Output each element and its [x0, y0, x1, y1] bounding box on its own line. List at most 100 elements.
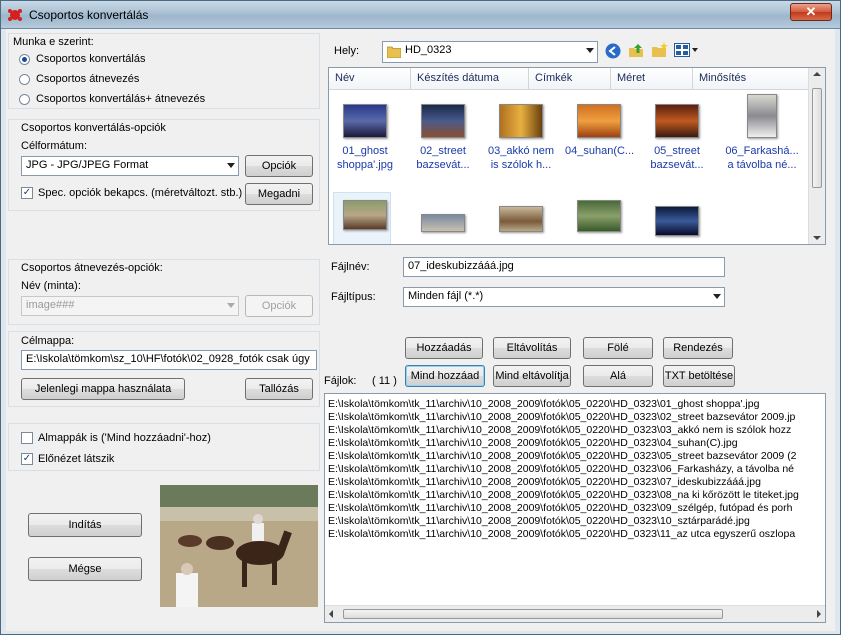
list-item[interactable]: E:\Iskola\tömkom\tk_11\archiv\10_2008_20…: [325, 398, 825, 411]
list-item[interactable]: E:\Iskola\tömkom\tk_11\archiv\10_2008_20…: [325, 528, 825, 541]
add-all-button[interactable]: Mind hozzáad: [405, 365, 485, 387]
thumbnail-item[interactable]: [331, 200, 399, 236]
thumbnail-label: a távolba né...: [727, 159, 797, 171]
file-list[interactable]: E:\Iskola\tömkom\tk_11\archiv\10_2008_20…: [324, 393, 826, 623]
target-folder-label: Célmappa:: [21, 335, 75, 347]
column-tags[interactable]: Címkék: [529, 68, 611, 90]
rename-options-button[interactable]: Opciók: [245, 295, 313, 317]
set-options-button[interactable]: Megadni: [245, 183, 313, 205]
list-item[interactable]: E:\Iskola\tömkom\tk_11\archiv\10_2008_20…: [325, 450, 825, 463]
title-bar[interactable]: Csoportos konvertálás ✕: [1, 1, 840, 29]
options-checks-group: Almappák is ('Mind hozzáadni'-hoz) ✓ Elő…: [8, 423, 320, 471]
radio-batch-convert-label[interactable]: Csoportos konvertálás: [36, 53, 145, 65]
thumbnail-image: [655, 104, 699, 138]
list-item[interactable]: E:\Iskola\tömkom\tk_11\archiv\10_2008_20…: [325, 476, 825, 489]
thumbnail-scrollbar[interactable]: [808, 68, 825, 244]
use-current-folder-button[interactable]: Jelenlegi mappa használata: [21, 378, 185, 400]
chevron-down-icon: [227, 303, 235, 308]
thumbnail-image: [655, 206, 699, 236]
move-down-button[interactable]: Alá: [583, 365, 653, 387]
list-item[interactable]: E:\Iskola\tömkom\tk_11\archiv\10_2008_20…: [325, 437, 825, 450]
list-item[interactable]: E:\Iskola\tömkom\tk_11\archiv\10_2008_20…: [325, 411, 825, 424]
start-button[interactable]: Indítás: [28, 513, 142, 537]
scroll-down-icon[interactable]: [813, 236, 821, 240]
radio-batch-rename[interactable]: [19, 74, 30, 85]
filetype-select[interactable]: Minden fájl (*.*): [403, 287, 725, 307]
thumbnail-image: [499, 104, 543, 138]
scroll-thumb[interactable]: [343, 609, 723, 619]
move-up-button[interactable]: Fölé: [583, 337, 653, 359]
back-icon[interactable]: [605, 43, 621, 59]
add-button[interactable]: Hozzáadás: [405, 337, 483, 359]
app-icon: [8, 9, 22, 21]
preview-label[interactable]: Előnézet látszik: [38, 453, 114, 465]
thumbnail-item[interactable]: [487, 206, 555, 238]
remove-button[interactable]: Eltávolítás: [493, 337, 571, 359]
radio-batch-rename-label[interactable]: Csoportos átnevezés: [36, 73, 139, 85]
spec-options-checkbox[interactable]: ✓: [21, 187, 33, 199]
thumbnail-item[interactable]: 06_Farkashá... a távolba né...: [721, 94, 803, 172]
list-item[interactable]: E:\Iskola\tömkom\tk_11\archiv\10_2008_20…: [325, 502, 825, 515]
file-list-scrollbar[interactable]: [325, 605, 825, 622]
close-button[interactable]: ✕: [790, 3, 832, 21]
target-folder-group: Célmappa: E:\Iskola\tömkom\sz_10\HF\fotó…: [8, 331, 320, 407]
subfolders-checkbox[interactable]: [21, 432, 33, 444]
thumbnail-item[interactable]: 02_street bazsevát...: [409, 104, 477, 172]
column-name[interactable]: Név: [329, 68, 411, 90]
filetype-label: Fájltípus:: [331, 291, 376, 303]
thumbnail-label: bazsevát...: [650, 159, 704, 171]
convert-options-group: Csoportos konvertálás-opciók Célformátum…: [8, 119, 320, 211]
remove-all-button[interactable]: Mind eltávolítja: [493, 365, 571, 387]
spec-options-label[interactable]: Spec. opciók bekapcs. (méretváltozt. stb…: [38, 187, 242, 199]
rename-options-group: Csoportos átnevezés-opciók: Név (minta):…: [8, 259, 320, 325]
load-txt-button[interactable]: TXT betöltése: [663, 365, 735, 387]
view-menu-icon[interactable]: [674, 43, 700, 57]
scroll-up-icon[interactable]: [813, 72, 821, 76]
preview-checkbox[interactable]: ✓: [21, 453, 33, 465]
convert-options-button[interactable]: Opciók: [245, 155, 313, 177]
list-item[interactable]: E:\Iskola\tömkom\tk_11\archiv\10_2008_20…: [325, 463, 825, 476]
target-format-select[interactable]: JPG - JPG/JPEG Format: [21, 156, 239, 176]
column-date-taken[interactable]: Készítés dátuma: [411, 68, 529, 90]
thumbnail-item[interactable]: 04_suhan(C...: [565, 104, 634, 158]
name-pattern-value: image###: [26, 299, 75, 311]
scroll-thumb[interactable]: [812, 88, 822, 188]
target-format-label: Célformátum:: [21, 140, 88, 152]
up-folder-icon[interactable]: [628, 42, 644, 58]
file-browser[interactable]: Név Készítés dátuma Címkék Méret Minősít…: [328, 67, 826, 245]
thumbnail-item[interactable]: [643, 206, 711, 242]
thumbnail-image: [499, 206, 543, 232]
subfolders-label[interactable]: Almappák is ('Mind hozzáadni'-hoz): [38, 432, 211, 444]
target-folder-input[interactable]: E:\Iskola\tömkom\sz_10\HF\fotók\02_0928_…: [21, 350, 317, 370]
scroll-right-icon[interactable]: [817, 610, 821, 618]
thumbnail-label: 06_Farkashá...: [725, 145, 799, 157]
thumbnail-label: shoppa'.jpg: [337, 159, 393, 171]
file-list-items: E:\Iskola\tömkom\tk_11\archiv\10_2008_20…: [325, 394, 825, 541]
thumbnail-image: [421, 104, 465, 138]
thumbnail-item[interactable]: [565, 200, 633, 238]
thumbnail-item[interactable]: 05_street bazsevát...: [643, 104, 711, 172]
new-folder-icon[interactable]: [651, 42, 669, 58]
list-item[interactable]: E:\Iskola\tömkom\tk_11\archiv\10_2008_20…: [325, 424, 825, 437]
thumbnail-item[interactable]: 03_akkó nem is szólok h...: [487, 104, 555, 172]
list-item[interactable]: E:\Iskola\tömkom\tk_11\archiv\10_2008_20…: [325, 515, 825, 528]
radio-batch-convert-rename[interactable]: [19, 94, 30, 105]
radio-batch-convert[interactable]: [19, 54, 30, 65]
sort-button[interactable]: Rendezés: [663, 337, 733, 359]
column-size[interactable]: Méret: [611, 68, 693, 90]
scroll-left-icon[interactable]: [329, 610, 333, 618]
cancel-button[interactable]: Mégse: [28, 557, 142, 581]
location-select[interactable]: HD_0323: [382, 41, 598, 63]
files-label: Fájlok:: [324, 375, 357, 387]
radio-batch-convert-rename-label[interactable]: Csoportos konvertálás+ átnevezés: [36, 93, 205, 105]
name-pattern-select[interactable]: image###: [21, 296, 239, 316]
filename-input[interactable]: 07_ideskubizzááá.jpg: [403, 257, 725, 277]
column-rating[interactable]: Minősítés: [693, 68, 809, 90]
horse-race-photo: [160, 485, 318, 607]
list-item[interactable]: E:\Iskola\tömkom\tk_11\archiv\10_2008_20…: [325, 489, 825, 502]
thumbnail-item[interactable]: [409, 214, 477, 238]
chevron-down-icon: [586, 48, 594, 53]
browse-button[interactable]: Tallózás: [245, 378, 313, 400]
thumbnail-item[interactable]: 01_ghost shoppa'.jpg: [331, 104, 399, 172]
mode-group: Munka e szerint: Csoportos konvertálás C…: [8, 33, 320, 109]
